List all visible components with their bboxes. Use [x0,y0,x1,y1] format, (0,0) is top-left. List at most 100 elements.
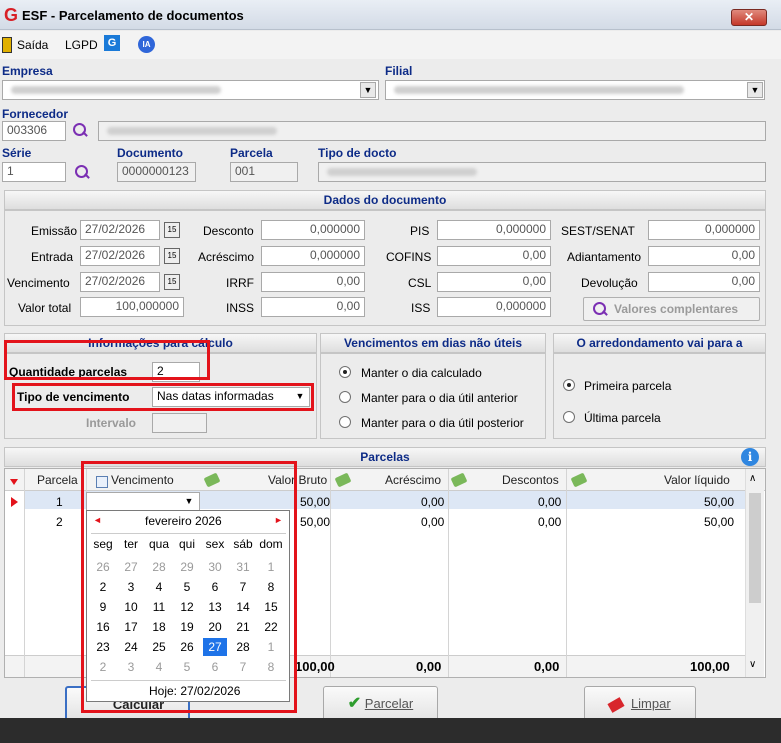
primeira-parcela-radio[interactable] [563,379,575,391]
entrada-label: Entrada [31,250,74,264]
date-picker-highlight [81,461,297,713]
eraser-icon [607,696,625,713]
window: G ESF - Parcelamento de documentos ✕ Saí… [0,0,781,743]
entrada-calendar-icon[interactable]: 15 [164,248,180,264]
irrf-input[interactable]: 0,00 [261,272,365,292]
parcela-label: Parcela [230,146,273,160]
serie-search-icon[interactable] [74,164,90,180]
adiantamento-input[interactable]: 0,00 [648,246,760,266]
row-selected-indicator-icon [11,497,18,507]
col-header-acrescimo[interactable]: Acréscimo [385,473,441,491]
vencimento-calendar-icon[interactable]: 15 [164,274,180,290]
empresa-dropdown-icon[interactable]: ▼ [360,82,376,98]
tipo-docto-label: Tipo de docto [318,146,397,160]
total-valor-liquido: 100,00 [690,659,730,674]
emissao-label: Emissão [31,224,78,238]
valor-total-label: Valor total [18,301,72,315]
total-acrescimo: 0,00 [416,659,442,674]
empresa-label: Empresa [2,64,53,78]
manter-dia-calculado-radio[interactable] [339,366,351,378]
documento-input[interactable]: 0000000123 [117,162,196,182]
arredondamento-header: O arredondamento vai para a [553,333,766,353]
limpar-button[interactable]: Limpar [584,686,696,722]
cofins-input[interactable]: 0,00 [437,246,551,266]
table-cell-parcela[interactable]: 1 [56,495,63,509]
fornecedor-code-input[interactable]: 003306 [2,121,66,141]
scrollbar-thumb[interactable] [749,493,761,603]
quantidade-highlight [4,340,210,380]
filial-select[interactable] [385,80,765,100]
exit-icon [2,37,12,53]
desconto-label: Desconto [203,224,254,238]
inss-input[interactable]: 0,00 [261,297,365,317]
fornecedor-name-field [98,121,766,141]
window-title: ESF - Parcelamento de documentos [22,8,244,23]
tipo-docto-field [318,162,766,182]
pis-input[interactable]: 0,000000 [437,220,551,240]
dia-util-posterior-label: Manter para o dia útil posterior [361,416,524,430]
valores-complementares-button[interactable]: Valores complentares [583,297,760,321]
dia-util-anterior-label: Manter para o dia útil anterior [361,391,518,405]
table-cell-descontos[interactable]: 0,00 [538,515,561,529]
col-header-descontos[interactable]: Descontos [502,473,559,491]
fornecedor-search-icon[interactable] [72,122,88,138]
table-cell-acrescimo[interactable]: 0,00 [421,495,444,509]
vencimentos-header: Vencimentos em dias não úteis [320,333,546,353]
table-cell-valor-liquido[interactable]: 50,00 [704,495,734,509]
menu-saida[interactable]: Saída [17,38,48,52]
desconto-input[interactable]: 0,000000 [261,220,365,240]
cofins-label: COFINS [386,250,432,264]
menu-bar: Saída LGPD G IA [0,31,781,59]
inss-label: INSS [226,301,255,315]
table-cell-valor-liquido[interactable]: 50,00 [704,515,734,529]
devolucao-input[interactable]: 0,00 [648,272,760,292]
menu-lgpd[interactable]: LGPD [65,38,98,52]
documento-label: Documento [117,146,183,160]
check-icon: ✔ [347,695,362,712]
valores-complementares-label: Valores complentares [614,302,739,316]
info-icon[interactable]: i [741,448,759,466]
iss-label: ISS [411,301,431,315]
total-valor-bruto: 100,00 [295,659,335,674]
entrada-input[interactable]: 27/02/2026 [80,246,160,266]
ultima-parcela-label: Última parcela [584,411,661,425]
arredondamento-panel [553,353,766,439]
parcelar-button[interactable]: ✔ Parcelar [323,686,438,722]
dia-util-posterior-radio[interactable] [339,416,351,428]
g-icon[interactable]: G [104,35,120,51]
emissao-calendar-icon[interactable]: 15 [164,222,180,238]
table-cell-parcela[interactable]: 2 [56,515,63,529]
empresa-select[interactable] [2,80,379,100]
row-indicator-header-icon [10,479,18,485]
taskbar [0,718,781,743]
csl-input[interactable]: 0,00 [437,272,551,292]
dia-util-anterior-radio[interactable] [339,391,351,403]
title-bar: G ESF - Parcelamento de documentos ✕ [0,0,781,30]
manter-dia-calculado-label: Manter o dia calculado [361,366,482,380]
vertical-scrollbar[interactable]: ∧ ∨ [745,469,764,677]
table-cell-valor-bruto[interactable]: 50,00 [300,495,330,509]
close-button[interactable]: ✕ [731,9,767,26]
parcelar-label: Parcelar [364,696,414,711]
acrescimo-input[interactable]: 0,000000 [261,246,365,266]
table-cell-acrescimo[interactable]: 0,00 [421,515,444,529]
sest-senat-input[interactable]: 0,000000 [648,220,760,240]
valor-total-input[interactable]: 100,000000 [80,297,184,317]
col-header-parcela[interactable]: Parcela [37,473,78,491]
table-cell-descontos[interactable]: 0,00 [538,495,561,509]
iss-input[interactable]: 0,000000 [437,297,551,317]
col-header-valor-liquido[interactable]: Valor líquido [664,473,730,491]
fornecedor-label: Fornecedor [2,107,69,121]
vencimento-input[interactable]: 27/02/2026 [80,272,160,292]
vencimento-label: Vencimento [7,276,70,290]
emissao-input[interactable]: 27/02/2026 [80,220,160,240]
primeira-parcela-label: Primeira parcela [584,379,672,393]
ultima-parcela-radio[interactable] [563,411,575,423]
table-cell-valor-bruto[interactable]: 50,00 [300,515,330,529]
parcela-input[interactable]: 001 [230,162,298,182]
intervalo-input[interactable] [152,413,207,433]
serie-label: Série [2,146,32,160]
filial-dropdown-icon[interactable]: ▼ [747,82,763,98]
serie-input[interactable]: 1 [2,162,66,182]
ia-icon[interactable]: IA [138,36,155,53]
